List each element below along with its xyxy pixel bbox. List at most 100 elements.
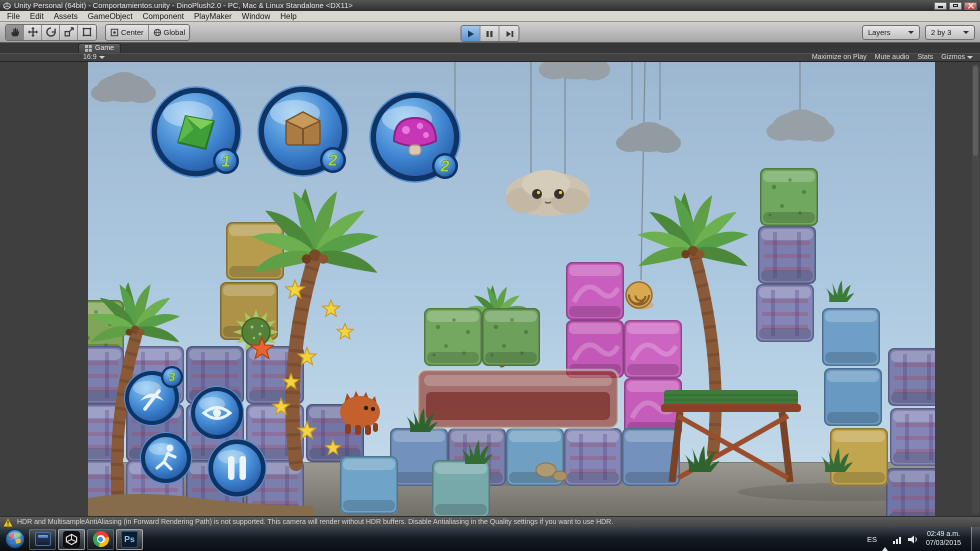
taskbar-chrome-button[interactable]: [87, 528, 114, 550]
scale-tool-icon: [64, 27, 74, 37]
move-tool-icon: [27, 26, 38, 38]
taskbar-unity-button[interactable]: [58, 528, 85, 550]
volume-icon[interactable]: [907, 535, 918, 544]
pivot-center-button[interactable]: Center: [106, 24, 149, 40]
step-button[interactable]: [499, 26, 519, 41]
chevron-down-icon: [963, 31, 969, 34]
globe-icon: [153, 28, 161, 36]
pause-button[interactable]: [480, 26, 500, 41]
game-view-icon: [85, 45, 92, 52]
aspect-ratio-label: 16:9: [83, 54, 97, 61]
unity-icon: [63, 530, 80, 548]
minimize-button[interactable]: [934, 1, 947, 10]
unity-logo-icon: [3, 1, 11, 10]
viewport-scrollbar[interactable]: [972, 64, 979, 514]
windows-taskbar: Ps ES 02:49 a.m. 07/03/2015: [0, 527, 980, 551]
show-desktop-button[interactable]: [971, 527, 980, 551]
play-controls: [460, 25, 520, 42]
runner-button[interactable]: [140, 432, 192, 484]
rect-tool-icon: [82, 27, 92, 37]
windows-orb-icon: [5, 529, 25, 549]
taskbar-app-window-button[interactable]: [29, 528, 56, 550]
powerup-1-count: 1: [222, 154, 231, 171]
game-view-options: Maximize on Play Mute audio Stats Gizmos: [808, 53, 977, 62]
hand-tool-icon: [10, 27, 19, 37]
front-cube-blue: [339, 455, 399, 515]
game-tabbar: Game: [0, 43, 980, 53]
photoshop-icon: Ps: [121, 530, 138, 548]
close-button[interactable]: [964, 1, 977, 10]
step-icon: [506, 30, 513, 37]
menu-bar: File Edit Assets GameObject Component Pl…: [0, 11, 980, 22]
action-badge-count: 3: [169, 370, 176, 384]
pivot-center-label: Center: [121, 27, 144, 37]
menu-item-playmaker[interactable]: PlayMaker: [189, 11, 237, 21]
transform-tools: [5, 23, 97, 41]
editor-toolbar: Center Global Layers 2 by 3: [0, 22, 980, 43]
warning-icon: [3, 517, 13, 527]
game-viewport[interactable]: 1 2 2 3: [0, 62, 980, 516]
pause-icon: [486, 30, 493, 37]
tray-expand-button[interactable]: [881, 530, 888, 551]
powerup-button-1[interactable]: 1: [150, 86, 242, 178]
menu-item-edit[interactable]: Edit: [25, 11, 49, 21]
start-button[interactable]: [3, 528, 27, 550]
chevron-down-icon: [908, 31, 914, 34]
menu-item-help[interactable]: Help: [275, 11, 301, 21]
layers-dropdown[interactable]: Layers: [862, 25, 920, 40]
maximize-button[interactable]: [949, 1, 962, 10]
mute-audio-button[interactable]: Mute audio: [871, 53, 914, 62]
layout-dropdown[interactable]: 2 by 3: [925, 25, 975, 40]
system-tray: ES 02:49 a.m. 07/03/2015: [867, 527, 980, 551]
powerup-count-badge: 2: [432, 153, 458, 179]
scale-tool-button[interactable]: [60, 24, 78, 40]
taskbar-clock[interactable]: 02:49 a.m. 07/03/2015: [923, 530, 964, 548]
spiky-creature: [340, 391, 380, 435]
powerup-2-count: 2: [328, 153, 338, 170]
clock-time: 02:49 a.m.: [926, 530, 961, 538]
move-tool-button[interactable]: [24, 24, 42, 40]
gizmos-dropdown[interactable]: Gizmos: [937, 53, 977, 62]
menu-item-assets[interactable]: Assets: [49, 11, 83, 21]
chrome-icon: [92, 531, 109, 547]
center-pivot-icon: [110, 28, 119, 36]
menu-item-gameobject[interactable]: GameObject: [83, 11, 138, 21]
eye-button[interactable]: [190, 386, 244, 440]
game-control-bar: 16:9 Maximize on Play Mute audio Stats G…: [0, 53, 980, 62]
menu-item-file[interactable]: File: [2, 11, 25, 21]
toolbar-right: Layers 2 by 3: [862, 25, 975, 40]
glass-case: [416, 368, 620, 430]
space-global-button[interactable]: Global: [148, 24, 190, 40]
rotate-tool-icon: [45, 27, 56, 37]
menu-item-component[interactable]: Component: [138, 11, 189, 21]
stats-button[interactable]: Stats: [913, 53, 937, 62]
hand-tool-button[interactable]: [6, 24, 24, 40]
tab-game[interactable]: Game: [78, 43, 122, 53]
console-status-bar[interactable]: HDR and MultisampleAntiAliasing (in Forw…: [0, 516, 980, 527]
menu-item-window[interactable]: Window: [237, 11, 275, 21]
play-button[interactable]: [461, 26, 481, 41]
powerup-button-3[interactable]: 2: [369, 91, 461, 183]
aspect-ratio-dropdown[interactable]: 16:9: [80, 54, 108, 61]
chevron-up-icon: [881, 530, 888, 551]
powerup-button-2[interactable]: 2: [257, 85, 349, 177]
language-indicator[interactable]: ES: [867, 535, 877, 544]
rect-tool-button[interactable]: [78, 24, 96, 40]
rotate-tool-button[interactable]: [42, 24, 60, 40]
action-count-badge: 3: [161, 366, 183, 388]
app-window-icon: [34, 532, 51, 546]
network-icon[interactable]: [892, 535, 903, 544]
powerup-count-badge: 1: [213, 148, 239, 174]
clock-date: 07/03/2015: [925, 540, 961, 547]
status-warning-text: HDR and MultisampleAntiAliasing (in Forw…: [17, 518, 614, 526]
window-controls: [934, 1, 977, 10]
chevron-down-icon: [98, 56, 105, 59]
taskbar-photoshop-button[interactable]: Ps: [116, 528, 143, 550]
window-title: Unity Personal (64bit) - Comportamientos…: [14, 1, 353, 10]
maximize-on-play-button[interactable]: Maximize on Play: [808, 53, 871, 62]
pause-button-hud[interactable]: [207, 438, 267, 498]
game-tab-label: Game: [95, 45, 115, 52]
chevron-down-icon: [967, 56, 973, 59]
layers-label: Layers: [868, 28, 891, 37]
scrollbar-thumb[interactable]: [973, 66, 978, 156]
